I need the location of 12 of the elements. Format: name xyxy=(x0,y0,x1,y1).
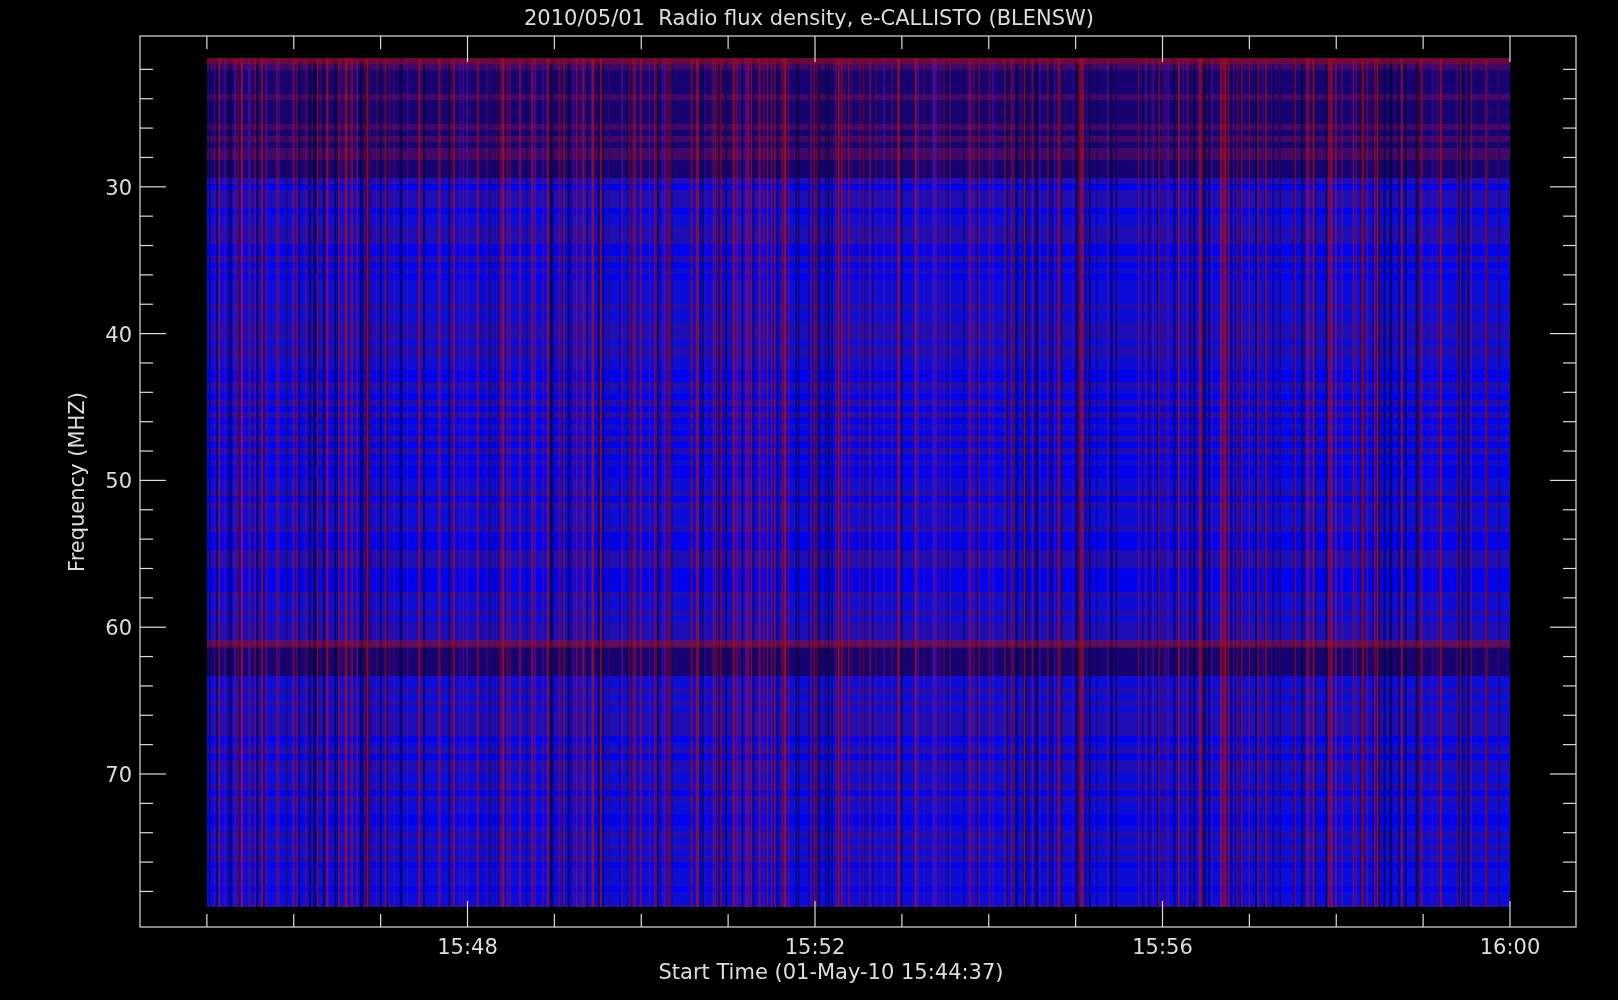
y-tick-label: 60 xyxy=(105,616,132,641)
x-tick-label: 15:52 xyxy=(784,935,846,959)
x-axis-label: Start Time (01-May-10 15:44:37) xyxy=(658,960,1004,984)
y-tick-label: 30 xyxy=(105,175,132,200)
y-tick-label: 70 xyxy=(105,763,132,787)
x-tick-label: 16:00 xyxy=(1479,935,1541,959)
x-tick-label: 15:48 xyxy=(437,935,498,959)
x-tick-label: 15:56 xyxy=(1132,935,1193,959)
y-tick-label: 50 xyxy=(105,469,132,494)
y-axis-label: Frequency (MHZ) xyxy=(65,392,89,572)
chart-title: 2010/05/01 Radio flux density, e-CALLISTO (BLENSW) xyxy=(523,6,1095,30)
y-tick-label: 40 xyxy=(105,322,132,347)
